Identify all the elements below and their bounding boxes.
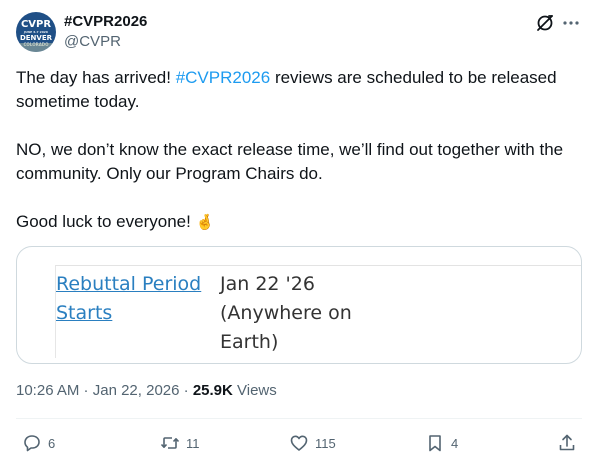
divider (16, 418, 582, 419)
repost-count: 11 (186, 435, 200, 451)
share-icon (559, 434, 575, 451)
views-label: Views (232, 382, 277, 399)
meta-separator: · (79, 382, 93, 399)
tweet-p1-before: The day has arrived! (16, 68, 176, 87)
card-table: Rebuttal Period Starts Jan 22 '26 (Anywh… (55, 265, 581, 358)
tweet-text: The day has arrived! #CVPR2026 reviews a… (16, 66, 582, 234)
repost-button[interactable]: 11 (160, 432, 200, 454)
tweet-p3-text: Good luck to everyone! (16, 212, 196, 231)
bookmark-button[interactable]: 4 (425, 432, 458, 454)
bookmark-icon (429, 435, 441, 452)
tweet-time[interactable]: 10:26 AM (16, 382, 79, 399)
author-display-name[interactable]: #CVPR2026 (64, 12, 147, 31)
tweet-paragraph-2: NO, we don’t know the exact release time… (16, 140, 564, 183)
bookmark-count: 4 (451, 435, 459, 451)
views-count: 25.9K (192, 382, 233, 399)
tweet-paragraph-1: The day has arrived! #CVPR2026 reviews a… (16, 66, 582, 114)
reply-button[interactable]: 6 (22, 432, 55, 454)
tweet-paragraph-3: Good luck to everyone! 🤞 (16, 210, 582, 234)
avatar-line3: DENVER (19, 33, 53, 42)
card-value: Jan 22 '26 (Anywhere on Earth) (220, 273, 352, 353)
tweet-date[interactable]: Jan 22, 2026 (93, 382, 180, 399)
avatar-line1: CVPR (20, 18, 52, 30)
embedded-image-card[interactable]: Rebuttal Period Starts Jan 22 '26 (Anywh… (16, 246, 582, 364)
crossed-fingers-icon: 🤞 (195, 213, 215, 231)
reply-icon (24, 435, 40, 452)
repost-icon (160, 437, 180, 449)
hashtag-link[interactable]: #CVPR2026 (176, 68, 271, 87)
avatar-stripe (16, 43, 56, 52)
like-count: 115 (315, 435, 336, 451)
author-handle[interactable]: @CVPR (64, 32, 121, 51)
like-button[interactable]: 115 (289, 432, 336, 454)
like-icon (290, 435, 308, 451)
share-button[interactable] (557, 432, 577, 454)
grok-icon[interactable] (535, 13, 555, 33)
card-label-link[interactable]: Rebuttal Period Starts (56, 270, 206, 328)
tweet-meta: 10:26 AM · Jan 22, 2026 · 25.9K Views (16, 381, 277, 400)
avatar-line2: JUNE 3-7 2026 (24, 29, 48, 34)
meta-separator: · (179, 382, 193, 399)
reply-count: 6 (48, 435, 56, 451)
avatar[interactable]: CVPR JUNE 3-7 2026 DENVER COLORADO (16, 12, 56, 52)
more-icon[interactable] (561, 13, 581, 33)
